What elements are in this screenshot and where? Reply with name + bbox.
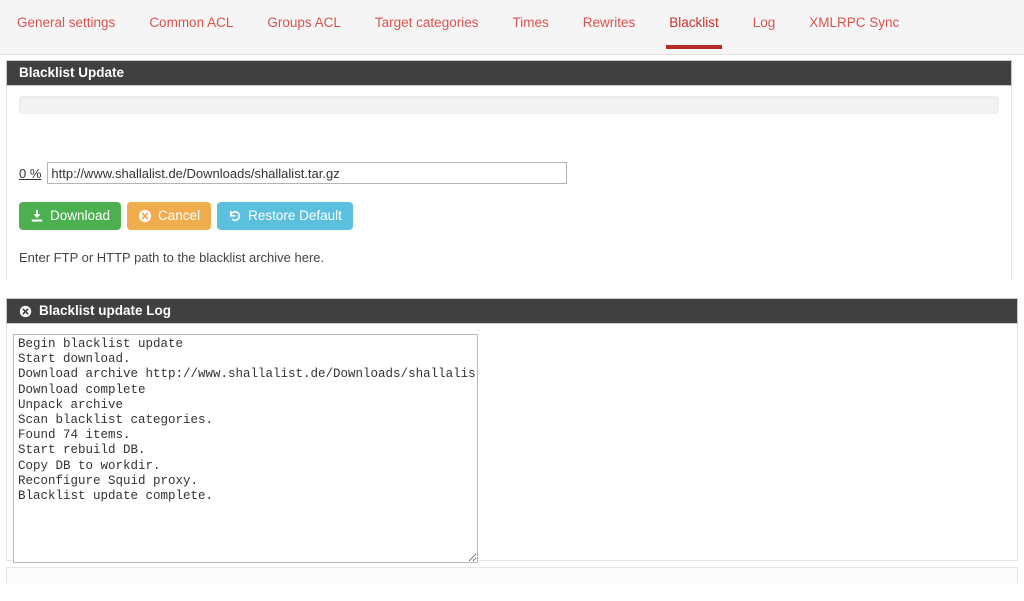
- cancel-button[interactable]: Cancel: [127, 202, 212, 230]
- cancel-button-label: Cancel: [158, 208, 201, 223]
- tab-target-categories[interactable]: Target categories: [358, 13, 496, 33]
- main-tab-bar: General settings Common ACL Groups ACL T…: [0, 0, 1024, 55]
- tab-blacklist[interactable]: Blacklist: [652, 13, 736, 49]
- tab-times[interactable]: Times: [495, 13, 565, 33]
- blacklist-log-panel-body: Begin blacklist update Start download. D…: [6, 324, 1018, 563]
- download-progress-bar: [19, 96, 999, 114]
- blacklist-log-panel-header[interactable]: Blacklist update Log: [6, 298, 1018, 324]
- blacklist-log-textarea[interactable]: Begin blacklist update Start download. D…: [13, 334, 478, 563]
- blacklist-update-panel-header: Blacklist Update: [6, 60, 1012, 86]
- blacklist-help-text: Enter FTP or HTTP path to the blacklist …: [19, 250, 325, 265]
- tab-general-settings[interactable]: General settings: [0, 13, 132, 33]
- tab-groups-acl[interactable]: Groups ACL: [250, 13, 358, 33]
- page-footer-strip: [6, 567, 1018, 583]
- tab-common-acl[interactable]: Common ACL: [132, 13, 250, 33]
- tab-rewrites[interactable]: Rewrites: [566, 13, 653, 33]
- download-button-label: Download: [50, 208, 111, 223]
- panel-title: Blacklist Update: [19, 65, 125, 80]
- tab-xmlrpc-sync[interactable]: XMLRPC Sync: [792, 13, 916, 33]
- url-row: 0 %: [19, 162, 999, 184]
- circle-x-icon: [138, 209, 152, 223]
- restore-default-button-label: Restore Default: [248, 208, 342, 223]
- action-button-row: Download Cancel Restore Default: [19, 202, 999, 230]
- progress-percent-label: 0 %: [19, 165, 42, 181]
- restore-default-button[interactable]: Restore Default: [217, 202, 353, 230]
- circle-x-icon[interactable]: [19, 305, 32, 318]
- download-button[interactable]: Download: [19, 202, 122, 230]
- blacklist-log-panel: Blacklist update Log Begin blacklist upd…: [6, 298, 1018, 563]
- blacklist-update-panel: Blacklist Update 0 % Download: [6, 60, 1012, 281]
- download-icon: [30, 209, 44, 223]
- blacklist-update-panel-body: 0 % Download: [6, 86, 1012, 281]
- tab-log[interactable]: Log: [736, 13, 793, 33]
- blacklist-url-input[interactable]: [47, 162, 568, 184]
- log-panel-title: Blacklist update Log: [39, 303, 172, 318]
- undo-icon: [228, 209, 242, 223]
